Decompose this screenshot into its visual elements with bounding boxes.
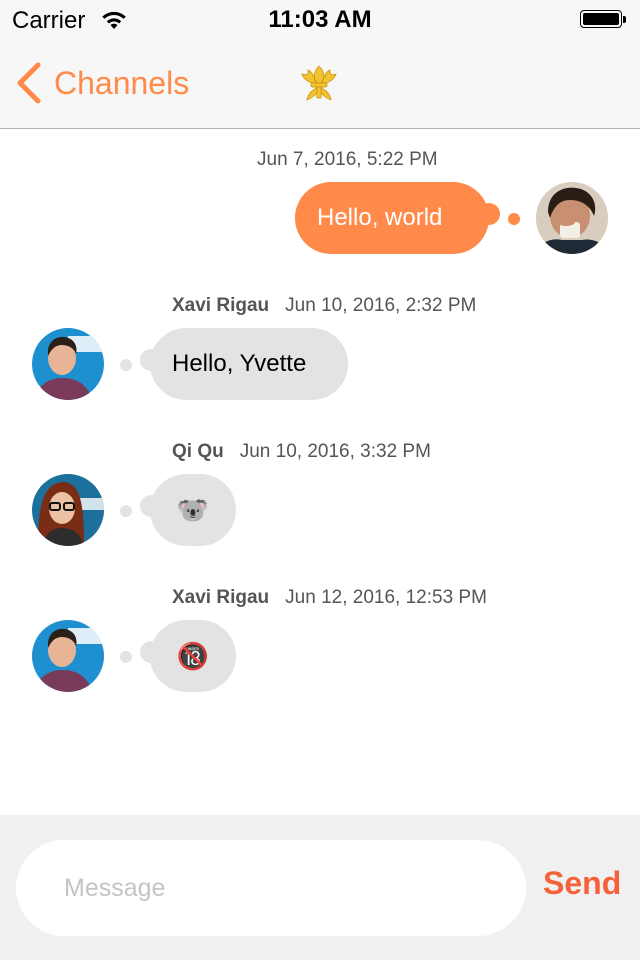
no-one-under-eighteen-emoji: 🔞 [176,640,210,671]
message-timestamp: Jun 10, 2016, 3:32 PM [239,441,431,462]
message-bubble[interactable]: Hello, world [295,182,489,254]
bubble-tail [120,359,132,371]
bubble-tail [478,203,500,225]
message-timestamp: Jun 12, 2016, 12:53 PM [285,587,487,608]
bubble-tail [120,505,132,517]
message-text: Hello, world [317,204,443,231]
message-input[interactable] [16,840,526,936]
user-photo [32,328,104,400]
message-bubble[interactable]: 🔞 [150,620,236,692]
message-composer: Send [0,815,640,960]
message-meta: Qi Qu Jun 10, 2016, 3:32 PM [172,441,431,463]
send-button[interactable]: Send [543,865,621,902]
message-timestamp: Jun 7, 2016, 5:22 PM [257,149,438,170]
message-list[interactable]: Jun 7, 2016, 5:22 PM Hello, world Xavi R… [0,129,640,815]
message-text: Hello, Yvette [172,350,307,377]
user-photo [536,182,608,254]
avatar[interactable] [32,474,104,546]
message-meta: Xavi Rigau Jun 12, 2016, 12:53 PM [172,587,487,609]
battery-full-icon [580,10,628,30]
bubble-tail [508,213,520,225]
sender-name: Xavi Rigau [172,587,270,608]
avatar[interactable] [536,182,608,254]
user-photo [32,620,104,692]
chevron-left-icon [17,62,41,104]
back-button[interactable]: Channels [14,60,189,106]
message-meta: Xavi Rigau Jun 10, 2016, 2:32 PM [172,295,476,317]
sender-name: Xavi Rigau [172,295,270,316]
bubble-tail [120,651,132,663]
fleur-de-lis-icon [301,65,337,101]
status-bar: Carrier 11:03 AM [0,0,640,40]
koala-emoji: 🐨 [176,494,210,525]
navigation-bar: Channels [0,40,640,129]
sender-name: Qi Qu [172,441,224,462]
user-photo [32,474,104,546]
avatar[interactable] [32,328,104,400]
status-time: 11:03 AM [268,6,372,33]
back-button-label: Channels [54,64,190,101]
avatar[interactable] [32,620,104,692]
message-timestamp: Jun 10, 2016, 2:32 PM [285,295,477,316]
message-bubble[interactable]: 🐨 [150,474,236,546]
message-bubble[interactable]: Hello, Yvette [150,328,348,400]
